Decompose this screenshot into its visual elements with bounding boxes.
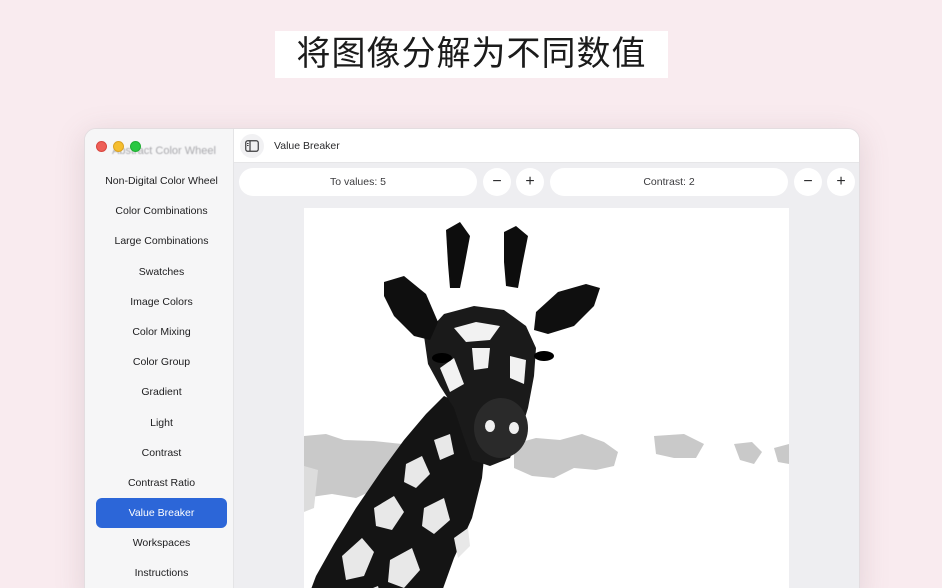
- close-window-button[interactable]: [96, 141, 107, 152]
- sidebar-list: Non-Digital Color Wheel Color Combination…: [96, 166, 227, 588]
- sidebar-item-value-breaker[interactable]: Value Breaker: [96, 498, 227, 529]
- processed-image: [304, 208, 789, 588]
- sidebar-item-light[interactable]: Light: [96, 408, 227, 438]
- contrast-decrease-button[interactable]: −: [794, 168, 822, 196]
- window-title: Value Breaker: [274, 140, 340, 152]
- headline-banner: 将图像分解为不同数值: [275, 31, 668, 78]
- sidebar-item-non-digital-color-wheel[interactable]: Non-Digital Color Wheel: [96, 166, 227, 196]
- sidebar-toggle-icon[interactable]: [240, 134, 264, 158]
- title-bar: Value Breaker: [234, 129, 859, 163]
- nostril-left: [485, 420, 495, 432]
- sidebar-item-gradient[interactable]: Gradient: [96, 377, 227, 407]
- contrast-field[interactable]: Contrast: 2: [550, 168, 788, 196]
- sidebar: Abstract Color Wheel Non-Digital Color W…: [85, 129, 234, 588]
- sidebar-item-swatches[interactable]: Swatches: [96, 257, 227, 287]
- values-decrease-button[interactable]: −: [483, 168, 511, 196]
- contrast-increase-button[interactable]: +: [827, 168, 855, 196]
- sidebar-item-large-combinations[interactable]: Large Combinations: [96, 226, 227, 256]
- values-field[interactable]: To values: 5: [239, 168, 477, 196]
- sidebar-item-contrast-ratio[interactable]: Contrast Ratio: [96, 468, 227, 498]
- sidebar-item-image-colors[interactable]: Image Colors: [96, 287, 227, 317]
- main-content: Value Breaker To values: 5 − + Contrast:…: [234, 129, 859, 588]
- minimize-window-button[interactable]: [113, 141, 124, 152]
- giraffe-horn-left: [446, 222, 470, 288]
- window-controls: [96, 141, 141, 152]
- sidebar-item-contrast[interactable]: Contrast: [96, 438, 227, 468]
- giraffe-eye-right: [534, 351, 554, 361]
- app-window: Abstract Color Wheel Non-Digital Color W…: [84, 128, 860, 588]
- zoom-window-button[interactable]: [130, 141, 141, 152]
- giraffe-eye-left: [432, 353, 452, 363]
- giraffe-horn-right: [504, 226, 528, 288]
- giraffe-image: [304, 222, 789, 588]
- sidebar-item-color-group[interactable]: Color Group: [96, 347, 227, 377]
- sidebar-item-color-combinations[interactable]: Color Combinations: [96, 196, 227, 226]
- giraffe-ear-right: [534, 284, 600, 334]
- giraffe-muzzle: [474, 398, 528, 458]
- giraffe-ear-left: [384, 276, 438, 340]
- sidebar-item-workspaces[interactable]: Workspaces: [96, 528, 227, 558]
- toolbar: To values: 5 − + Contrast: 2 − +: [234, 163, 859, 203]
- sidebar-item-color-mixing[interactable]: Color Mixing: [96, 317, 227, 347]
- nostril-right: [509, 422, 519, 434]
- values-increase-button[interactable]: +: [516, 168, 544, 196]
- sidebar-item-instructions[interactable]: Instructions: [96, 558, 227, 588]
